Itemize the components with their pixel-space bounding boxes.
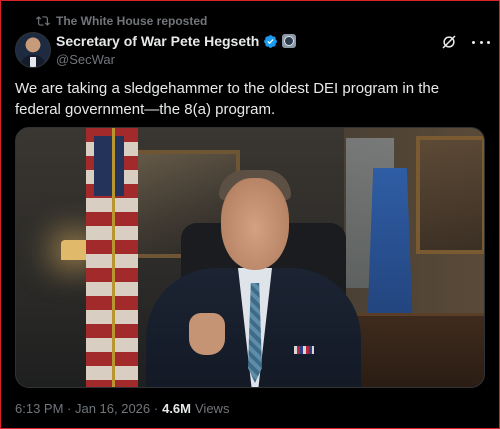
- wall-portrait: [416, 136, 484, 254]
- tweet-timestamp[interactable]: 6:13 PM · Jan 16, 2026 ·: [15, 401, 158, 416]
- views-label: Views: [195, 401, 230, 416]
- pocket-square: [294, 346, 314, 354]
- repost-label: The White House reposted: [56, 14, 208, 28]
- avatar[interactable]: [15, 32, 51, 68]
- desk: [351, 313, 484, 387]
- repost-header[interactable]: The White House reposted: [36, 14, 207, 28]
- video-thumbnail[interactable]: [15, 127, 485, 388]
- repost-icon: [36, 16, 50, 26]
- author-handle[interactable]: @SecWar: [56, 52, 115, 67]
- author-name[interactable]: Secretary of War Pete Hegseth: [56, 33, 259, 49]
- tweet-meta: 6:13 PM · Jan 16, 2026 · 4.6M Views: [15, 401, 229, 416]
- lamp: [61, 240, 89, 260]
- speaker-head: [221, 178, 289, 270]
- author-name-row[interactable]: Secretary of War Pete Hegseth: [56, 33, 297, 49]
- pointing-hand: [189, 313, 225, 355]
- government-affiliation-icon[interactable]: [282, 34, 297, 48]
- verified-badge-icon[interactable]: [263, 34, 278, 49]
- view-count: 4.6M: [162, 401, 191, 416]
- more-options-icon[interactable]: [472, 34, 490, 50]
- grok-icon[interactable]: [440, 33, 458, 51]
- tweet-text: We are taking a sledgehammer to the olde…: [15, 80, 440, 118]
